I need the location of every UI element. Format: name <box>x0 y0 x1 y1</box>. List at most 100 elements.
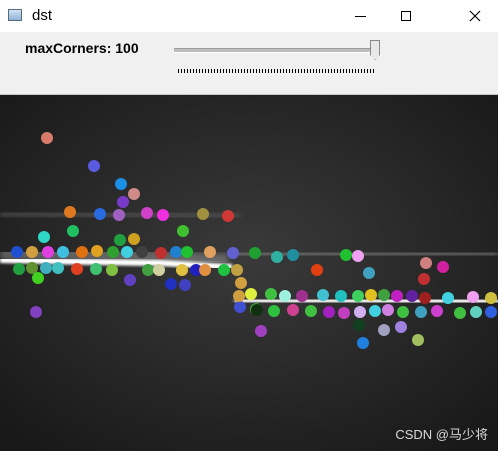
corner-marker <box>177 225 189 237</box>
corner-marker <box>305 305 317 317</box>
trackbar-label: maxCorners: 100 <box>25 40 139 56</box>
corner-marker <box>397 306 409 318</box>
corner-marker <box>265 288 277 300</box>
slider-thumb[interactable] <box>370 40 380 60</box>
corner-marker <box>454 307 466 319</box>
corner-marker <box>420 257 432 269</box>
image-view: CSDN @马少将 <box>0 95 498 451</box>
corner-marker <box>296 290 308 302</box>
trackbar-panel: maxCorners: 100 <box>0 32 498 95</box>
corner-marker <box>94 208 106 220</box>
corner-marker <box>52 262 64 274</box>
corner-marker <box>431 305 443 317</box>
maximize-button[interactable] <box>383 0 429 32</box>
corner-marker <box>317 289 329 301</box>
corner-marker <box>91 245 103 257</box>
corner-marker <box>90 263 102 275</box>
corner-marker <box>234 301 246 313</box>
corner-marker <box>338 307 350 319</box>
maximize-icon <box>401 11 411 21</box>
corner-marker <box>76 246 88 258</box>
corner-marker <box>354 306 366 318</box>
corner-marker <box>406 290 418 302</box>
corner-marker <box>418 273 430 285</box>
corner-marker <box>245 288 257 300</box>
corner-marker <box>30 306 42 318</box>
corner-marker <box>41 132 53 144</box>
app-window-icon <box>8 9 22 21</box>
close-icon <box>469 10 481 22</box>
corner-marker <box>287 249 299 261</box>
corner-marker <box>235 277 247 289</box>
watermark: CSDN @马少将 <box>395 427 488 442</box>
corner-marker <box>485 292 497 304</box>
corner-marker <box>170 246 182 258</box>
corner-marker <box>128 188 140 200</box>
corner-marker <box>352 250 364 262</box>
corner-marker <box>363 267 375 279</box>
corner-marker <box>357 337 369 349</box>
corner-marker <box>378 324 390 336</box>
corner-marker <box>382 304 394 316</box>
corner-marker <box>128 233 140 245</box>
corner-marker <box>231 264 243 276</box>
corner-marker <box>369 305 381 317</box>
corner-marker <box>38 231 50 243</box>
minimize-button[interactable] <box>337 0 383 32</box>
corner-marker <box>415 306 427 318</box>
corner-marker <box>197 208 209 220</box>
corner-marker <box>204 246 216 258</box>
corner-marker <box>114 234 126 246</box>
corner-marker <box>64 206 76 218</box>
corner-marker <box>176 264 188 276</box>
corner-marker <box>470 306 482 318</box>
corner-marker <box>287 304 299 316</box>
corner-marker <box>157 209 169 221</box>
slider-ticks <box>178 69 376 73</box>
corner-marker <box>26 246 38 258</box>
corner-marker <box>233 290 245 302</box>
corner-marker <box>353 319 365 331</box>
corner-marker <box>57 246 69 258</box>
corner-marker <box>107 246 119 258</box>
corner-marker <box>311 264 323 276</box>
corner-marker <box>115 178 127 190</box>
corner-marker <box>395 321 407 333</box>
corner-marker <box>419 292 431 304</box>
corner-marker <box>485 306 497 318</box>
corner-marker <box>442 292 454 304</box>
corner-marker <box>467 291 479 303</box>
corner-marker <box>113 209 125 221</box>
corner-marker <box>13 263 25 275</box>
corner-marker <box>67 225 79 237</box>
corner-marker <box>155 247 167 259</box>
corner-marker <box>32 272 44 284</box>
corner-marker <box>249 247 261 259</box>
corner-marker <box>378 289 390 301</box>
corner-marker <box>222 210 234 222</box>
title-bar: dst <box>0 0 498 32</box>
corner-marker <box>136 246 148 258</box>
corner-marker <box>251 304 263 316</box>
minimize-icon <box>354 15 366 17</box>
corner-marker <box>165 278 177 290</box>
slider-track[interactable] <box>174 48 380 53</box>
corner-marker <box>279 290 291 302</box>
corner-marker <box>391 290 403 302</box>
corner-marker <box>335 290 347 302</box>
corner-marker <box>141 207 153 219</box>
corner-marker <box>323 306 335 318</box>
corner-marker <box>199 264 211 276</box>
corner-marker <box>121 246 133 258</box>
corner-marker <box>227 247 239 259</box>
corner-marker <box>181 246 193 258</box>
corner-marker <box>437 261 449 273</box>
corner-marker <box>142 264 154 276</box>
window-title: dst <box>32 7 53 24</box>
close-button[interactable] <box>452 0 498 32</box>
corner-marker <box>271 251 283 263</box>
corner-marker <box>40 262 52 274</box>
corner-marker <box>124 274 136 286</box>
corner-marker <box>340 249 352 261</box>
corner-detection-image <box>0 95 498 451</box>
